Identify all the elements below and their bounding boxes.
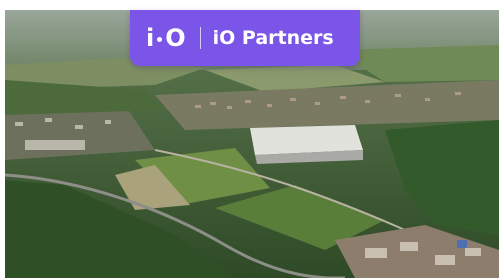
logo-letter-i: i (146, 24, 155, 52)
brand-name: iO Partners (212, 27, 334, 49)
image-frame: i O iO Partners (0, 0, 499, 278)
logo-dot-icon (157, 36, 163, 42)
io-logo: i O (146, 18, 186, 58)
logo-letter-o: O (165, 24, 186, 52)
brand-banner: i O iO Partners (130, 10, 360, 66)
banner-divider (199, 27, 201, 49)
